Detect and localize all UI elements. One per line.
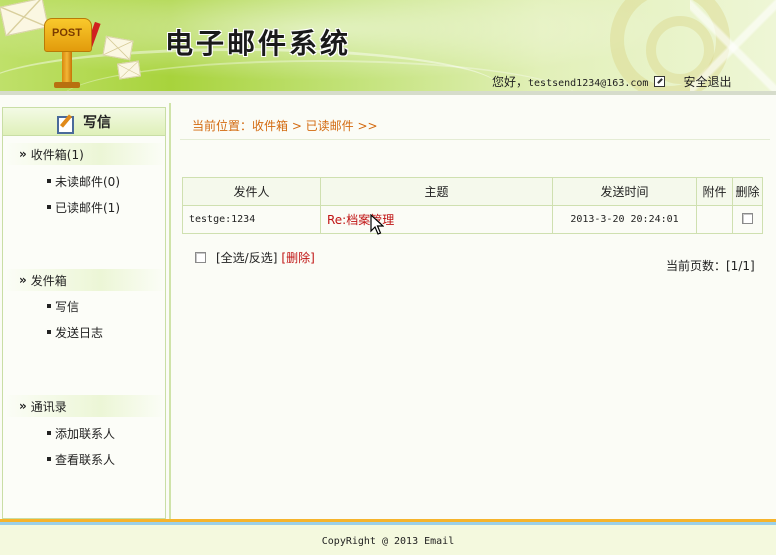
compose-label: 写信 (83, 114, 111, 131)
nav-head-label: 发件箱 (30, 273, 67, 288)
bullet-icon (47, 431, 51, 435)
select-bar: [全选/反选] [删除] (195, 249, 315, 266)
table-row: testge:1234 Re:档案管理 2013-3-20 20:24:01 (182, 205, 763, 234)
page-indicator: 当前页数：[1/1] (666, 259, 755, 273)
envelope-icon (0, 0, 49, 37)
post-label: POST (52, 27, 82, 39)
nav-item-label: 已读邮件(1) (55, 200, 120, 215)
nav-item-compose[interactable]: 写信 (7, 293, 163, 319)
double-chevron-icon: » (19, 273, 27, 287)
nav-group-inbox: » 收件箱(1) 未读邮件(0) 已读邮件(1) (7, 143, 163, 220)
nav-head-label: 收件箱(1) (30, 147, 84, 162)
site-title: 电子邮件系统 (165, 27, 352, 60)
nav-item-label: 未读邮件(0) (55, 174, 120, 189)
bullet-icon (47, 330, 51, 334)
mail-subject-cell: Re:档案管理 (320, 205, 553, 234)
nav-item-view-contacts[interactable]: 查看联系人 (7, 446, 163, 472)
mail-table: 发件人 主题 发送时间 附件 删除 testge:1234 Re:档案管理 20… (182, 177, 763, 234)
sidebar: 写信 » 收件箱(1) 未读邮件(0) 已读邮件(1) » 发件箱 写信 发送日… (2, 107, 166, 519)
nav-item-label: 写信 (55, 299, 80, 314)
nav-head-inbox[interactable]: » 收件箱(1) (7, 143, 163, 165)
mail-subject-link[interactable]: Re:档案管理 (327, 213, 394, 227)
content-panel (169, 103, 774, 519)
mouse-cursor-icon (370, 214, 384, 235)
user-email: testsend1234@163.com (528, 78, 649, 89)
column-header-sender: 发件人 (182, 177, 321, 206)
column-header-time: 发送时间 (552, 177, 697, 206)
bullet-icon (47, 205, 51, 209)
nav-head-contacts[interactable]: » 通讯录 (7, 395, 163, 417)
header-banner: POST 电子邮件系统 您好，testsend1234@163.com 安全退出 (0, 0, 776, 95)
mailbox-logo: POST (0, 0, 150, 95)
column-header-subject: 主题 (320, 177, 553, 206)
nav-head-outbox[interactable]: » 发件箱 (7, 269, 163, 291)
breadcrumb: 当前位置：收件箱 > 已读邮件 >> (192, 119, 378, 133)
nav-item-read[interactable]: 已读邮件(1) (7, 194, 163, 220)
mail-attachment (696, 205, 733, 234)
bullet-icon (47, 457, 51, 461)
nav-group-outbox: » 发件箱 写信 发送日志 (7, 269, 163, 345)
compose-button[interactable]: 写信 (3, 108, 165, 136)
mail-time: 2013-3-20 20:24:01 (552, 205, 697, 234)
nav-item-label: 发送日志 (55, 325, 104, 340)
nav-item-unread[interactable]: 未读邮件(0) (7, 168, 163, 194)
divider (180, 139, 770, 140)
logout-link[interactable]: 安全退出 (683, 75, 731, 89)
delete-checkbox[interactable] (742, 212, 753, 224)
nav-item-add-contact[interactable]: 添加联系人 (7, 420, 163, 446)
delete-link[interactable]: [删除] (281, 249, 314, 266)
bullet-icon (47, 304, 51, 308)
double-chevron-icon: » (19, 399, 27, 413)
copyright: CopyRight @ 2013 Email (321, 536, 455, 547)
nav-group-contacts: » 通讯录 添加联系人 查看联系人 (7, 395, 163, 472)
column-header-delete: 删除 (732, 177, 763, 206)
table-header-row: 发件人 主题 发送时间 附件 删除 (182, 177, 763, 206)
bullet-icon (47, 179, 51, 183)
user-bar: 您好，testsend1234@163.com 安全退出 (492, 73, 731, 90)
footer: CopyRight @ 2013 Email (0, 525, 776, 555)
column-header-attachment: 附件 (696, 177, 733, 206)
select-all-checkbox[interactable] (195, 252, 206, 263)
nav-head-label: 通讯录 (30, 399, 67, 414)
select-all-label[interactable]: [全选/反选] (216, 249, 277, 266)
envelope-icon (102, 35, 134, 61)
compose-icon (57, 114, 75, 134)
user-greeting: 您好， (492, 75, 529, 89)
mail-delete-cell (732, 205, 763, 234)
nav-item-label: 添加联系人 (55, 426, 116, 441)
nav-item-send-log[interactable]: 发送日志 (7, 319, 163, 345)
envelope-icon (116, 60, 142, 80)
mailbox-pole (62, 52, 72, 86)
double-chevron-icon: » (19, 147, 27, 161)
nav-item-label: 查看联系人 (55, 452, 116, 467)
mail-sender: testge:1234 (182, 205, 321, 234)
mailbox-base (54, 82, 80, 88)
external-link-icon[interactable] (654, 76, 666, 87)
